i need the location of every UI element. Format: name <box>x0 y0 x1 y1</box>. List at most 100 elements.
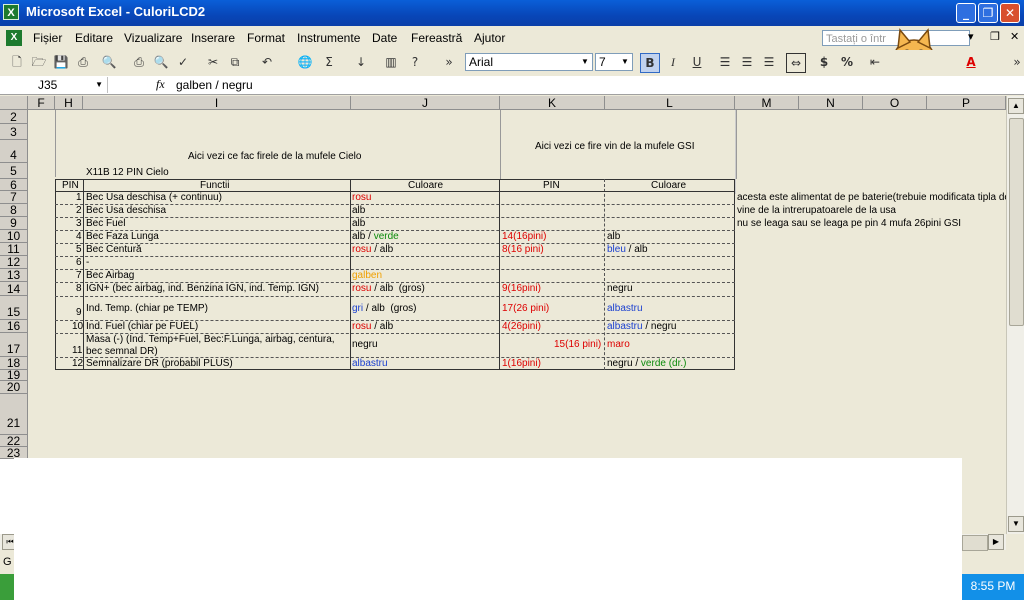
workbook-icon[interactable]: X <box>6 30 22 46</box>
select-all-corner[interactable] <box>0 96 28 110</box>
minimize-button[interactable]: _ <box>956 3 976 23</box>
hyperlink-icon[interactable]: 🌐 <box>296 53 314 71</box>
scroll-up-icon[interactable]: ▲ <box>1008 98 1024 114</box>
row-header[interactable]: 3 <box>0 124 28 140</box>
row-header[interactable]: 4 <box>0 140 28 163</box>
copy-icon[interactable]: ⧉ <box>226 53 244 71</box>
scroll-right-icon[interactable]: ▶ <box>988 534 1004 550</box>
table-cell-pin: 7 <box>76 270 82 281</box>
table-cell-func: Semnalizare DR (probabil PLUS) <box>86 358 233 369</box>
new-document-icon[interactable]: 🗋 <box>8 53 26 71</box>
toolbar-more-icon[interactable]: » <box>1008 53 1024 71</box>
row-header[interactable]: 15 <box>0 296 28 320</box>
row-header[interactable]: 5 <box>0 163 28 179</box>
underline-button[interactable]: U <box>688 53 706 71</box>
align-right-icon[interactable]: ☰ <box>760 53 778 71</box>
print-icon[interactable]: ⎙ <box>130 53 148 71</box>
menu-file[interactable]: Fișier <box>33 31 62 45</box>
row-header[interactable]: 2 <box>0 110 28 124</box>
col-header-k[interactable]: K <box>500 96 605 110</box>
row-header[interactable]: 21 <box>0 394 28 435</box>
save-icon[interactable]: 💾 <box>52 53 70 71</box>
spelling-icon[interactable]: ✓ <box>174 53 192 71</box>
align-left-icon[interactable]: ☰ <box>716 53 734 71</box>
font-size-select[interactable]: 7 ▼ <box>595 53 633 71</box>
decrease-indent-icon[interactable]: ⇤ <box>866 53 884 71</box>
chevron-down-icon[interactable]: ▼ <box>95 77 103 93</box>
table-cell-pin2: 1(16pini) <box>502 358 541 369</box>
name-box-value: J35 <box>38 78 58 92</box>
col-header-l[interactable]: L <box>605 96 735 110</box>
scroll-down-icon[interactable]: ▼ <box>1008 516 1024 532</box>
mdi-restore-button[interactable]: ❐ <box>990 30 1000 43</box>
undo-icon[interactable]: ↶ <box>258 53 276 71</box>
percent-icon[interactable]: % <box>838 53 856 71</box>
table-cell-pin: 9 <box>76 307 82 318</box>
maximize-button[interactable]: ❐ <box>978 3 998 23</box>
start-button[interactable] <box>0 574 14 600</box>
autosum-icon[interactable]: Σ <box>320 53 338 71</box>
table-cell-pin: 2 <box>76 205 82 216</box>
col-header-h[interactable]: H <box>55 96 83 110</box>
sort-ascending-icon[interactable]: ↓ <box>352 53 370 71</box>
font-color-icon[interactable]: A <box>962 53 980 71</box>
font-name-select[interactable]: Arial ▼ <box>465 53 593 71</box>
col-func-label: Functii <box>200 180 230 191</box>
chevron-down-icon[interactable]: ▼ <box>618 54 632 70</box>
col-header-f[interactable]: F <box>28 96 55 110</box>
formula-bar: J35 ▼ fx galben / negru <box>0 76 1024 95</box>
table-cell-color2: negru / verde (dr.) <box>607 358 687 369</box>
vertical-scrollbar[interactable]: ▲ ▼ <box>1006 96 1024 534</box>
table-cell-pin: 10 <box>72 321 84 332</box>
name-box[interactable]: J35 ▼ <box>2 77 108 93</box>
row-header[interactable]: 17 <box>0 333 28 357</box>
menu-window[interactable]: Fereastră <box>411 31 462 45</box>
row-header[interactable]: 20 <box>0 381 28 394</box>
table-cell-color2: alb <box>607 231 621 242</box>
permission-icon[interactable]: ⎙ <box>74 53 92 71</box>
row-header[interactable]: 16 <box>0 320 28 333</box>
h-scroll-thumb[interactable] <box>962 535 988 551</box>
menu-view[interactable]: Vizualizare <box>124 31 182 45</box>
italic-button[interactable]: I <box>664 53 682 71</box>
menu-data[interactable]: Date <box>372 31 397 45</box>
col-header-i[interactable]: I <box>83 96 351 110</box>
excel-icon[interactable]: X <box>3 4 19 20</box>
scroll-thumb[interactable] <box>1009 118 1024 326</box>
menu-help[interactable]: Ajutor <box>474 31 505 45</box>
col-header-n[interactable]: N <box>799 96 863 110</box>
col-header-j[interactable]: J <box>351 96 500 110</box>
print-preview-icon[interactable]: 🔍 <box>100 53 118 71</box>
row-header[interactable]: 13 <box>0 269 28 282</box>
col-header-p[interactable]: P <box>927 96 1006 110</box>
mdi-minimize-button[interactable]: ▾ <box>968 30 974 43</box>
insert-function-icon[interactable]: fx <box>156 77 165 92</box>
menu-insert[interactable]: Inserare <box>191 31 235 45</box>
table-cell-pin: 3 <box>76 218 82 229</box>
table-cell-func: Bec Centură <box>86 244 142 255</box>
table-cell-pin2: 4(26pini) <box>502 321 541 332</box>
connector-label: X11B 12 PIN Cielo <box>86 167 169 178</box>
mdi-close-button[interactable]: ✕ <box>1010 30 1019 43</box>
menu-edit[interactable]: Editare <box>75 31 113 45</box>
currency-icon[interactable]: $ <box>815 53 833 71</box>
merge-center-icon[interactable]: ⇔ <box>786 53 806 73</box>
help-icon[interactable]: ? <box>406 53 424 71</box>
col-header-m[interactable]: M <box>735 96 799 110</box>
toolbar-options-icon[interactable]: » <box>440 53 458 71</box>
align-center-icon[interactable]: ☰ <box>738 53 756 71</box>
table-cell-pin2: 8(16 pini) <box>502 244 544 255</box>
menu-tools[interactable]: Instrumente <box>297 31 360 45</box>
cut-icon[interactable]: ✂ <box>204 53 222 71</box>
close-button[interactable]: ✕ <box>1000 3 1020 23</box>
open-folder-icon[interactable]: 🗁 <box>30 53 48 71</box>
sheet-tab[interactable]: G <box>0 550 14 574</box>
menu-format[interactable]: Format <box>247 31 285 45</box>
chevron-down-icon[interactable]: ▼ <box>578 54 592 70</box>
bold-button[interactable]: B <box>640 53 660 73</box>
col-header-o[interactable]: O <box>863 96 927 110</box>
print-preview-2-icon[interactable]: 🔍 <box>152 53 170 71</box>
formula-input[interactable]: galben / negru <box>176 78 253 92</box>
row-header[interactable]: 14 <box>0 282 28 296</box>
chart-wizard-icon[interactable]: ▥ <box>382 53 400 71</box>
